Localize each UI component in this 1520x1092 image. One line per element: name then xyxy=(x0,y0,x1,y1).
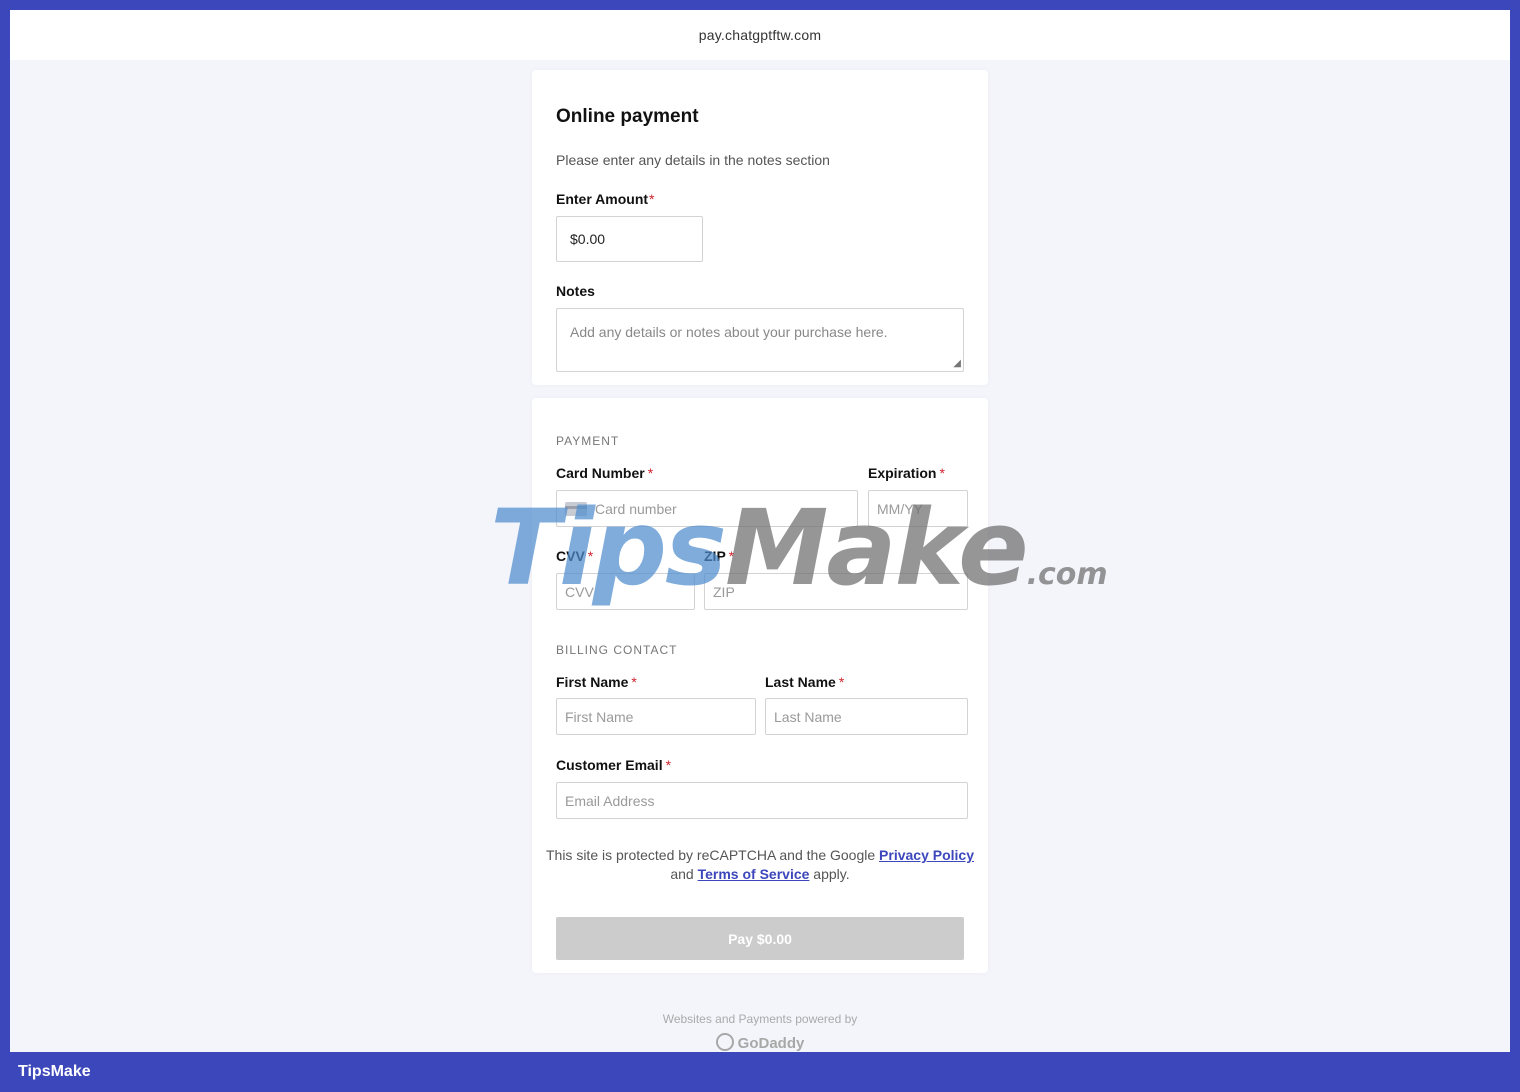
billing-section-title: BILLING CONTACT xyxy=(556,643,678,657)
browser-viewport: pay.chatgptftw.com Online payment Please… xyxy=(10,10,1510,1052)
first-name-label: First Name * xyxy=(556,674,637,690)
recaptcha-notice: This site is protected by reCAPTCHA and … xyxy=(545,847,974,882)
url-text: pay.chatgptftw.com xyxy=(698,27,822,43)
required-marker: * xyxy=(665,757,672,773)
cvv-input[interactable]: CVV xyxy=(556,573,695,610)
required-marker: * xyxy=(631,674,637,690)
expiration-input[interactable]: MM/YY xyxy=(868,490,968,527)
payment-details-card: Online payment Please enter any details … xyxy=(532,70,988,385)
last-name-input[interactable]: Last Name xyxy=(765,698,968,735)
footer-brand-bar: TipsMake xyxy=(0,1052,1520,1092)
required-marker: * xyxy=(587,548,594,564)
expiration-label: Expiration * xyxy=(868,465,945,481)
godaddy-logo[interactable]: GoDaddy xyxy=(10,1033,1510,1052)
payment-section-title: PAYMENT xyxy=(556,434,620,448)
payment-card: PAYMENT Card Number * Card number Expirat… xyxy=(532,398,988,973)
required-marker: * xyxy=(728,548,735,564)
pay-button[interactable]: Pay $0.00 xyxy=(556,917,964,960)
last-name-label: Last Name * xyxy=(765,674,845,690)
required-marker: * xyxy=(647,465,654,481)
required-marker: * xyxy=(939,465,945,481)
required-marker: * xyxy=(838,674,845,690)
privacy-policy-link[interactable]: Privacy Policy xyxy=(879,847,974,863)
page-title: Online payment xyxy=(556,106,699,127)
amount-input[interactable]: $0.00 xyxy=(556,216,703,262)
resize-handle-icon[interactable]: ◢ xyxy=(953,359,961,369)
email-input[interactable]: Email Address xyxy=(556,782,968,819)
powered-by-text: Websites and Payments powered by xyxy=(662,1012,858,1026)
page-subtitle: Please enter any details in the notes se… xyxy=(556,152,830,168)
godaddy-logo-icon xyxy=(715,1033,734,1051)
amount-label: Enter Amount* xyxy=(556,191,655,207)
credit-card-icon xyxy=(565,501,587,516)
card-number-label: Card Number * xyxy=(556,465,654,481)
footer-brand: TipsMake xyxy=(18,1063,91,1080)
zip-input[interactable]: ZIP xyxy=(704,573,968,610)
address-bar[interactable]: pay.chatgptftw.com xyxy=(10,10,1510,60)
terms-of-service-link[interactable]: Terms of Service xyxy=(698,866,810,882)
cvv-label: CVV * xyxy=(556,548,594,564)
zip-label: ZIP * xyxy=(704,548,735,564)
required-marker: * xyxy=(649,191,655,207)
email-label: Customer Email * xyxy=(556,757,672,773)
card-number-input[interactable]: Card number xyxy=(556,490,858,527)
first-name-input[interactable]: First Name xyxy=(556,698,756,735)
notes-label: Notes xyxy=(556,283,595,299)
notes-textarea[interactable]: Add any details or notes about your purc… xyxy=(556,308,964,372)
